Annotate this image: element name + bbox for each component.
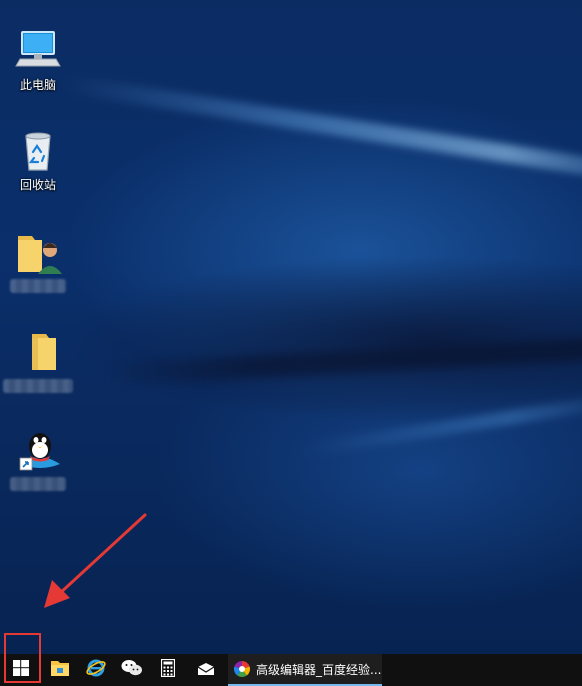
desktop-icon-recycle-bin[interactable]: 回收站 [2,126,74,193]
wallpaper-light-beam [300,396,582,458]
taskbar-wechat[interactable] [114,654,150,686]
taskbar-file-explorer[interactable] [42,654,78,686]
taskbar-calculator[interactable] [150,654,186,686]
taskbar-mail[interactable] [188,654,224,686]
desktop-icon-label-redacted [10,477,66,491]
windows-start-icon [13,660,29,680]
desktop-icon-label-redacted [3,379,73,393]
desktop-icon-label: 此电脑 [19,78,56,92]
desktop-icon-qq[interactable] [2,426,74,491]
file-explorer-icon [50,659,70,681]
desktop-icon-label-redacted [10,279,66,293]
recycle-bin-icon [14,126,62,174]
desktop-icon-user-folder[interactable] [2,228,74,293]
this-pc-icon [14,26,62,74]
desktop-icon-folder[interactable] [2,328,74,393]
annotation-arrow [44,513,147,608]
qq-icon [14,426,62,474]
start-button[interactable] [4,654,38,686]
desktop-icon-this-pc[interactable]: 此电脑 [2,26,74,93]
taskbar-active-browser-window[interactable]: 高级编辑器_百度经验... [228,654,382,686]
folder-icon [14,328,62,376]
active-task-title: 高级编辑器_百度经验... [256,662,382,677]
wallpaper-shadow-band [99,336,582,386]
wallpaper-light-beam [62,74,582,180]
desktop-icon-label: 回收站 [19,178,56,192]
mail-icon [197,661,215,680]
desktop-background: 此电脑 回收站 [0,0,582,654]
taskbar-internet-explorer[interactable] [78,654,114,686]
internet-explorer-icon [86,658,106,682]
wechat-icon [121,659,143,681]
taskbar: 高级编辑器_百度经验... [0,654,582,686]
calculator-icon [160,658,176,681]
user-folder-icon [14,228,62,276]
browser-icon [234,661,250,677]
